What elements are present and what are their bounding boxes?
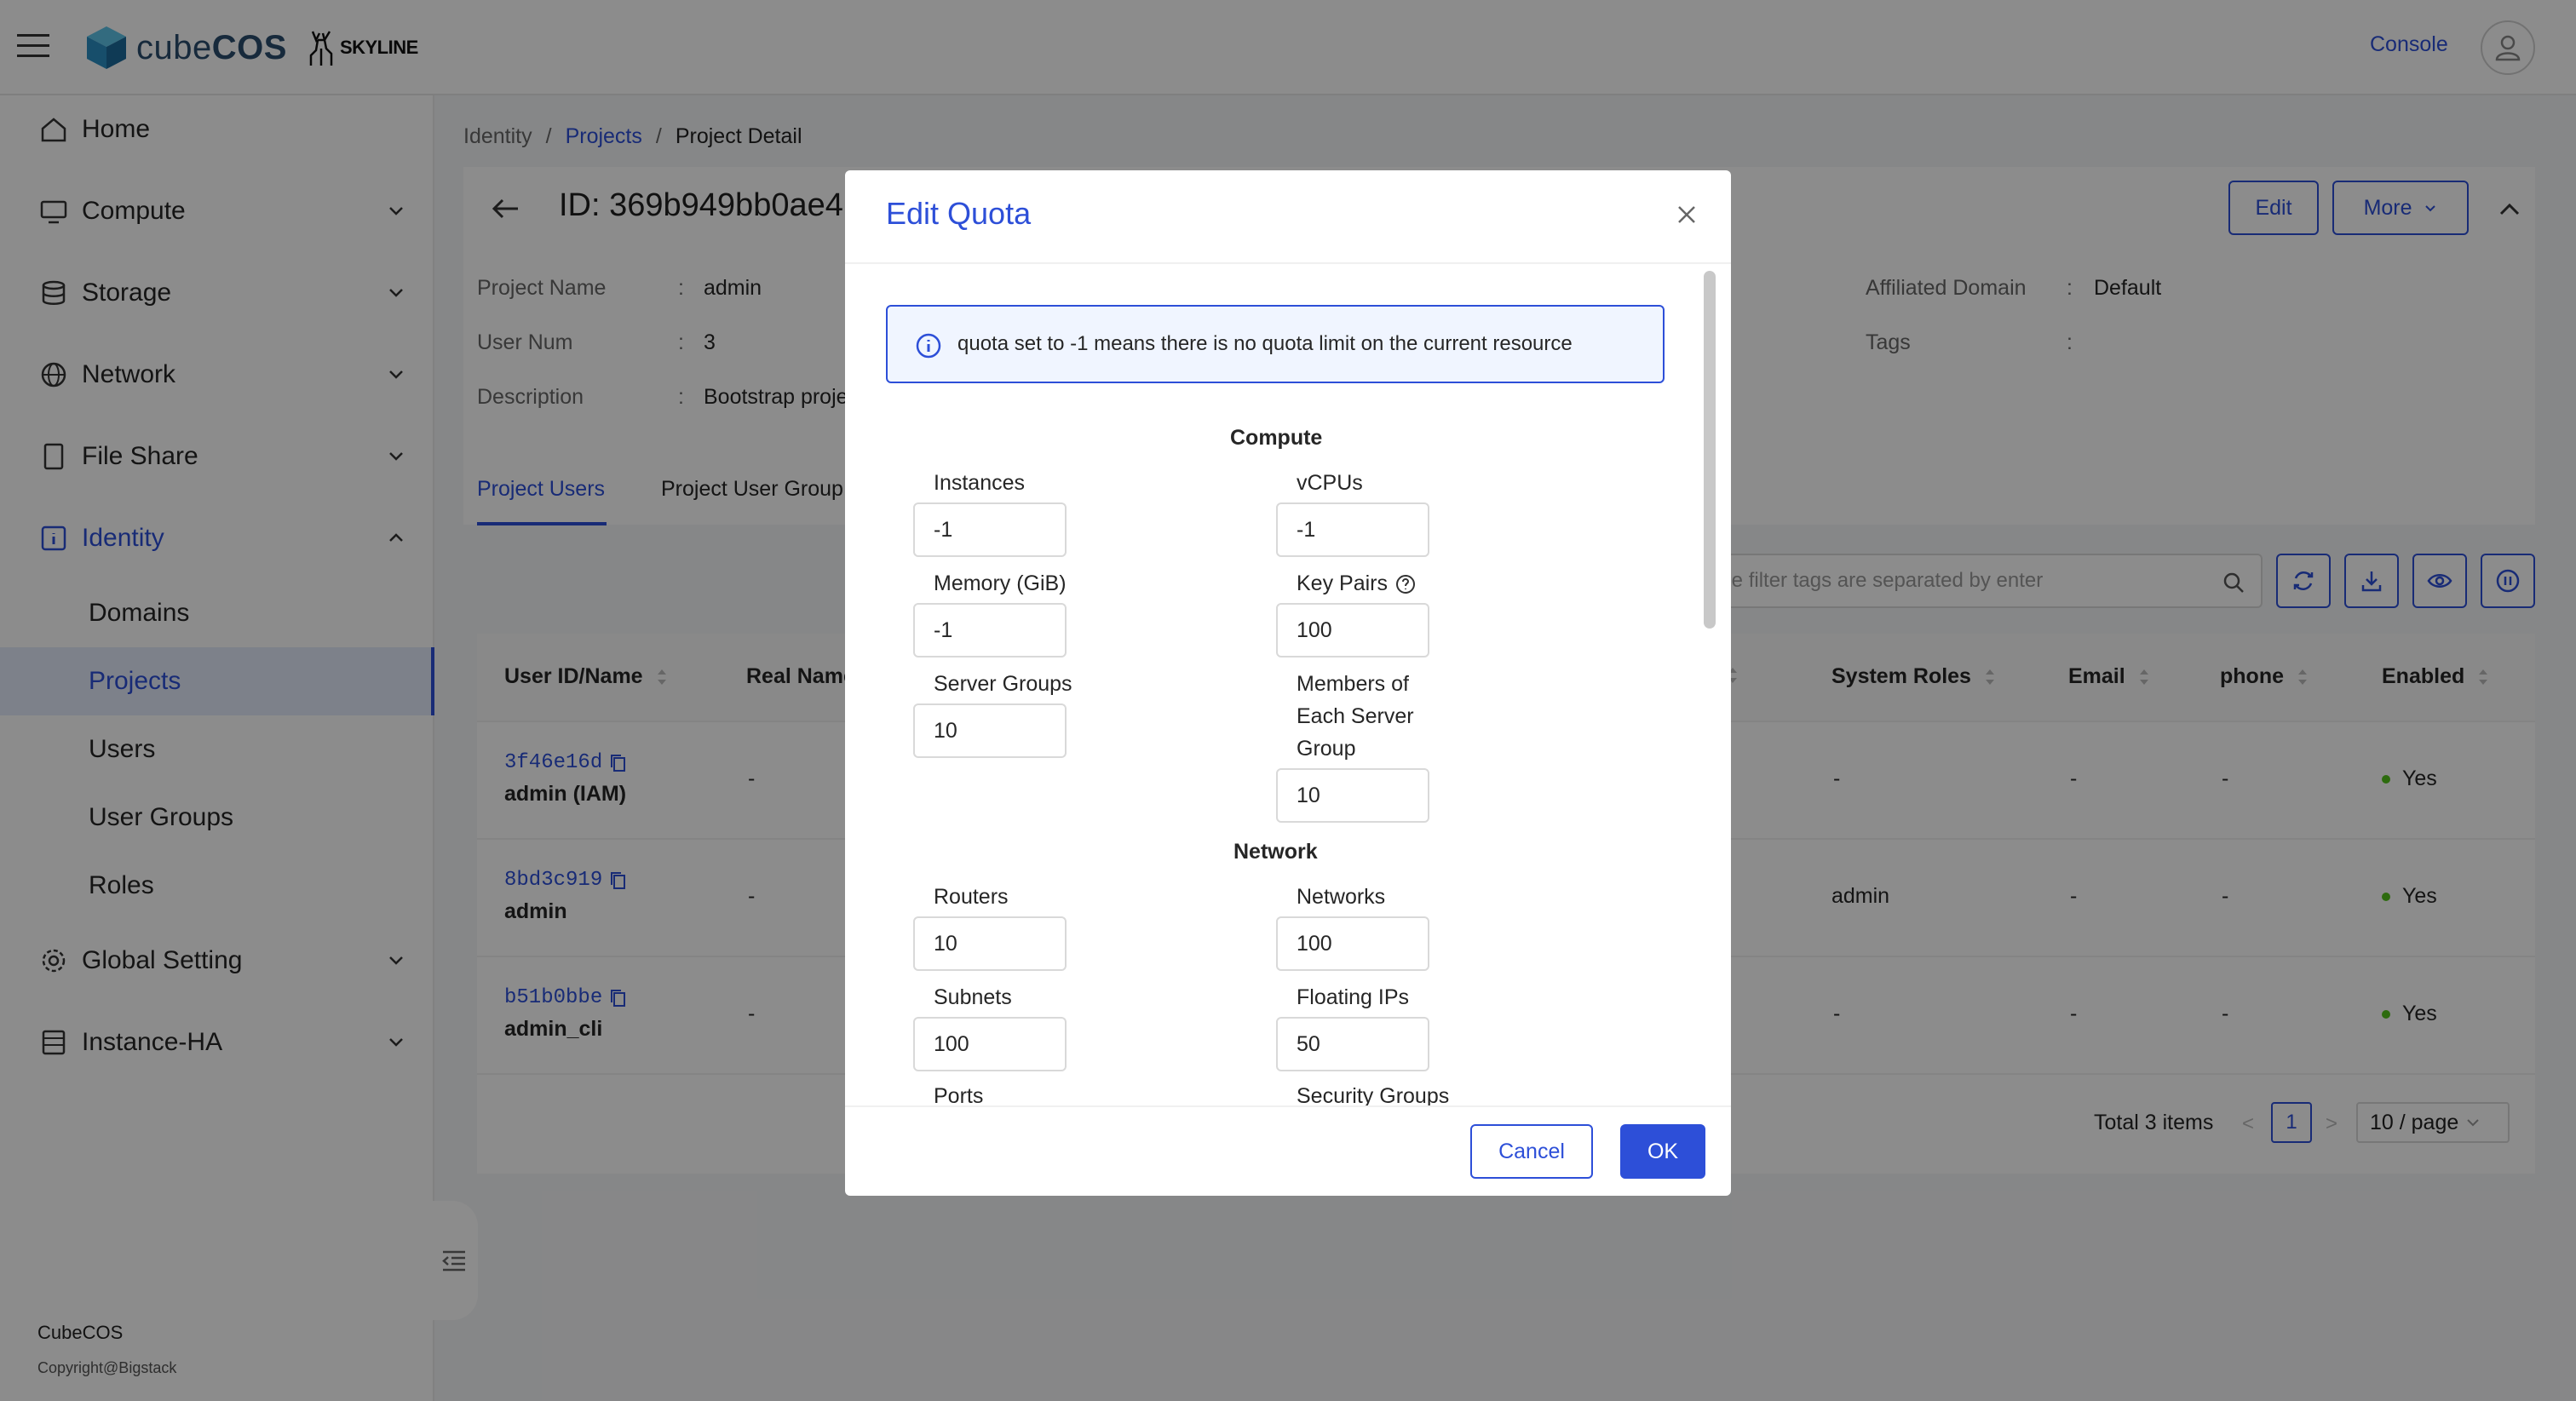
subnets-input[interactable]: 100 (913, 1017, 1067, 1071)
floating-ips-input[interactable]: 50 (1276, 1017, 1429, 1071)
modal-scrollbar-thumb[interactable] (1704, 271, 1716, 629)
memory-input[interactable]: -1 (913, 603, 1067, 657)
ok-button[interactable]: OK (1620, 1124, 1705, 1179)
edit-quota-modal: Edit Quota quota set to -1 means there i… (845, 170, 1731, 1196)
vcpus-label: vCPUs (1297, 471, 1363, 495)
memory-label: Memory (GiB) (934, 571, 1067, 595)
members-label: Members of Each Server Group (1297, 672, 1414, 761)
info-icon (916, 333, 941, 359)
help-icon[interactable] (1394, 573, 1417, 595)
info-alert: quota set to -1 means there is no quota … (886, 305, 1665, 383)
modal-body: quota set to -1 means there is no quota … (845, 264, 1731, 1105)
instances-label: Instances (934, 471, 1026, 495)
server-groups-input[interactable]: 10 (913, 703, 1067, 758)
modal-title: Edit Quota (886, 196, 1032, 231)
members-input[interactable]: 10 (1276, 768, 1429, 823)
ports-label: Ports (934, 1084, 984, 1105)
section-network: Network (1233, 840, 1318, 864)
routers-input[interactable]: 10 (913, 916, 1067, 971)
section-compute: Compute (1230, 426, 1323, 450)
routers-label: Routers (934, 885, 1009, 909)
instances-input[interactable]: -1 (913, 502, 1067, 557)
close-icon[interactable] (1671, 199, 1702, 230)
security-groups-label: Security Groups (1297, 1084, 1450, 1105)
subnets-label: Subnets (934, 985, 1012, 1009)
cancel-button[interactable]: Cancel (1470, 1124, 1593, 1179)
info-text: quota set to -1 means there is no quota … (957, 332, 1573, 355)
keypairs-label: Key Pairs (1297, 567, 1417, 600)
floating-ips-label: Floating IPs (1297, 985, 1410, 1009)
networks-input[interactable]: 100 (1276, 916, 1429, 971)
modal-footer-divider (845, 1105, 1731, 1107)
server-groups-label: Server Groups (934, 672, 1072, 696)
keypairs-input[interactable]: 100 (1276, 603, 1429, 657)
networks-label: Networks (1297, 885, 1386, 909)
vcpus-input[interactable]: -1 (1276, 502, 1429, 557)
